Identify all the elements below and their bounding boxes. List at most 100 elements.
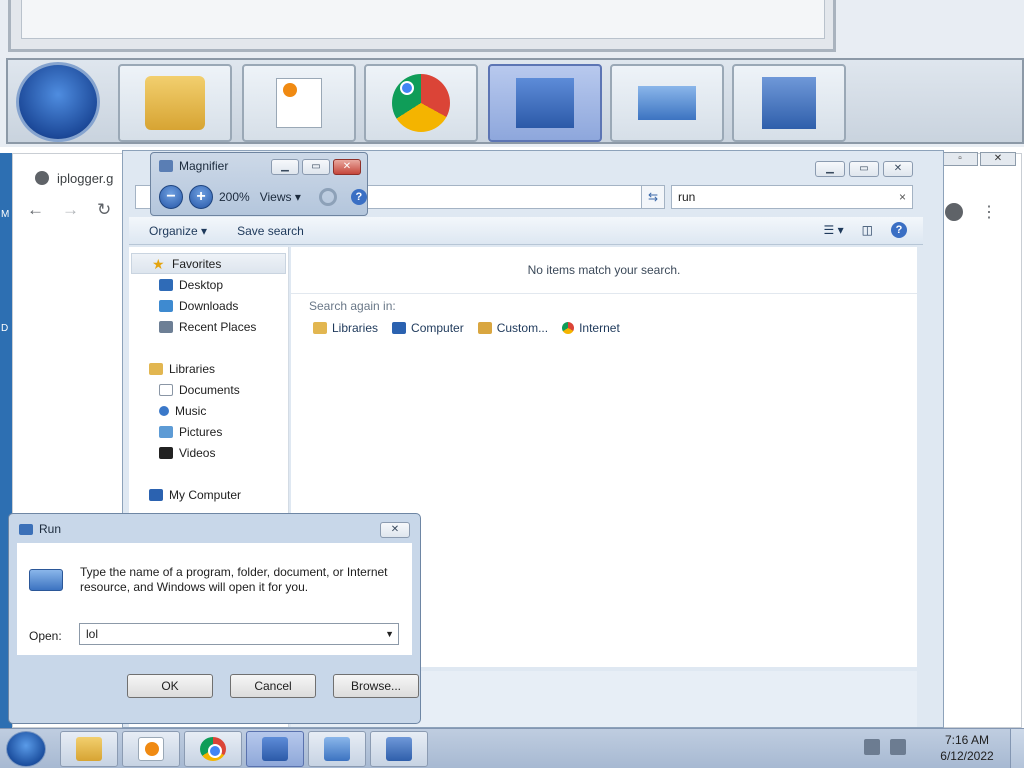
- account-icon[interactable]: [945, 203, 963, 221]
- organize-button[interactable]: Organize ▾: [149, 224, 207, 238]
- maximize-button[interactable]: ▫: [942, 152, 978, 166]
- system-tray: [864, 739, 906, 755]
- run-dialog: Run ✕ Type the name of a program, folder…: [8, 513, 421, 724]
- magnified-media-player-icon: [242, 64, 356, 142]
- search-again-label-text: Custom...: [496, 321, 549, 335]
- zoom-in-button[interactable]: +: [189, 185, 213, 209]
- show-desktop-button[interactable]: [1010, 729, 1024, 768]
- magnifier-icon: [159, 160, 173, 172]
- nav-item-documents[interactable]: Documents: [129, 379, 288, 400]
- maximize-button[interactable]: ▭: [302, 159, 330, 175]
- toolbar-right-group: ☰ ▾ ◫ ?: [824, 222, 907, 238]
- network-icon[interactable]: [864, 739, 880, 755]
- nav-item-downloads[interactable]: Downloads: [129, 295, 288, 316]
- desktop-icon-label[interactable]: D: [1, 323, 8, 334]
- run-body: Type the name of a program, folder, docu…: [17, 543, 412, 655]
- zoom-level: 200%: [219, 190, 250, 204]
- clock[interactable]: 7:16 AM 6/12/2022: [932, 732, 1002, 764]
- run-buttons: OK Cancel Browse...: [127, 674, 419, 698]
- search-again-libraries[interactable]: Libraries: [313, 321, 378, 335]
- search-again-label: Search again in:: [309, 299, 396, 313]
- magnified-start-orb: [16, 62, 100, 142]
- menu-dots-icon[interactable]: ⋮: [981, 202, 997, 222]
- cancel-button[interactable]: Cancel: [230, 674, 316, 698]
- run-title: Run: [39, 522, 62, 536]
- preview-pane-icon[interactable]: ◫: [862, 223, 873, 237]
- nav-label: Documents: [179, 382, 240, 397]
- maximize-button[interactable]: ▭: [849, 161, 879, 177]
- chevron-down-icon[interactable]: ▼: [385, 624, 394, 644]
- chrome-toolbar-right: ⋮: [945, 202, 997, 222]
- nav-item-my-computer[interactable]: My Computer: [129, 484, 288, 505]
- gear-icon[interactable]: [318, 188, 337, 206]
- nav-item-libraries[interactable]: Libraries: [129, 358, 288, 379]
- desktop-icon: [159, 278, 173, 291]
- help-icon[interactable]: ?: [350, 189, 367, 205]
- refresh-button[interactable]: ⇆: [641, 185, 665, 209]
- divider: [291, 293, 917, 294]
- media-player-icon: [138, 737, 164, 761]
- magnified-taskbar: [6, 58, 1024, 144]
- taskbar-chrome[interactable]: [184, 731, 242, 767]
- videos-icon: [159, 446, 173, 459]
- nav-label: Recent Places: [179, 319, 257, 334]
- magnifier-window: Magnifier ▁ ▭ ✕ − + 200% Views ▾ ?: [150, 152, 368, 216]
- close-button[interactable]: ✕: [333, 159, 361, 175]
- run-icon: [324, 737, 350, 761]
- computer-icon: [392, 322, 407, 334]
- globe-icon: [35, 171, 49, 185]
- chrome-icon: [562, 322, 575, 334]
- minimize-button[interactable]: ▁: [271, 159, 299, 175]
- back-arrow-icon[interactable]: ←: [27, 200, 44, 220]
- nav-label: My Computer: [169, 487, 242, 502]
- nav-item-music[interactable]: Music: [129, 400, 288, 421]
- display-icon: [262, 737, 288, 761]
- taskbar-magnifier[interactable]: [370, 731, 428, 767]
- ok-button[interactable]: OK: [127, 674, 213, 698]
- nav-label: Favorites: [172, 256, 222, 271]
- close-button[interactable]: ✕: [883, 161, 913, 177]
- close-button[interactable]: ✕: [980, 152, 1016, 166]
- magnified-window-edge: [8, 0, 836, 52]
- help-icon[interactable]: ?: [891, 222, 907, 238]
- clear-search-icon[interactable]: ×: [899, 186, 906, 208]
- taskbar-display-settings[interactable]: [246, 731, 304, 767]
- clock-time: 7:16 AM: [944, 733, 990, 747]
- taskbar-explorer[interactable]: [60, 731, 118, 767]
- chrome-icon: [200, 737, 226, 761]
- run-program-icon: [29, 569, 63, 591]
- minimize-button[interactable]: ▁: [815, 161, 845, 177]
- volume-icon[interactable]: [890, 739, 906, 755]
- view-options-icon[interactable]: ☰ ▾: [824, 223, 844, 237]
- start-button[interactable]: [6, 731, 46, 767]
- search-again-computer[interactable]: Computer: [392, 321, 464, 335]
- search-input[interactable]: run ×: [671, 185, 913, 209]
- taskbar-media-player[interactable]: [122, 731, 180, 767]
- reload-icon[interactable]: ↻: [97, 200, 111, 220]
- save-search-button[interactable]: Save search: [237, 224, 304, 238]
- nav-item-recent-places[interactable]: Recent Places: [129, 316, 288, 337]
- forward-arrow-icon[interactable]: →: [62, 200, 79, 220]
- taskbar-run[interactable]: [308, 731, 366, 767]
- explorer-toolbar: Organize ▾ Save search ☰ ▾ ◫ ?: [129, 217, 923, 245]
- nav-item-pictures[interactable]: Pictures: [129, 421, 288, 442]
- views-menu[interactable]: Views ▾: [260, 190, 301, 204]
- search-again-internet[interactable]: Internet: [562, 321, 620, 335]
- computer-icon: [149, 488, 163, 501]
- open-combobox[interactable]: lol ▼: [79, 623, 399, 645]
- chrome-window-controls: ▫ ✕: [942, 152, 1016, 166]
- magnified-run-icon: [610, 64, 724, 142]
- browse-button[interactable]: Browse...: [333, 674, 419, 698]
- desktop-icon-label[interactable]: M: [1, 209, 9, 220]
- close-button[interactable]: ✕: [380, 522, 410, 538]
- no-results-message: No items match your search.: [527, 263, 681, 277]
- explorer-window-controls: ▁ ▭ ✕: [815, 161, 913, 177]
- nav-item-videos[interactable]: Videos: [129, 442, 288, 463]
- search-again-custom[interactable]: Custom...: [477, 321, 549, 335]
- nav-item-favorites[interactable]: ★ Favorites: [131, 253, 286, 274]
- search-input-value: run: [678, 190, 696, 204]
- zoom-out-button[interactable]: −: [159, 185, 183, 209]
- nav-item-desktop[interactable]: Desktop: [129, 274, 288, 295]
